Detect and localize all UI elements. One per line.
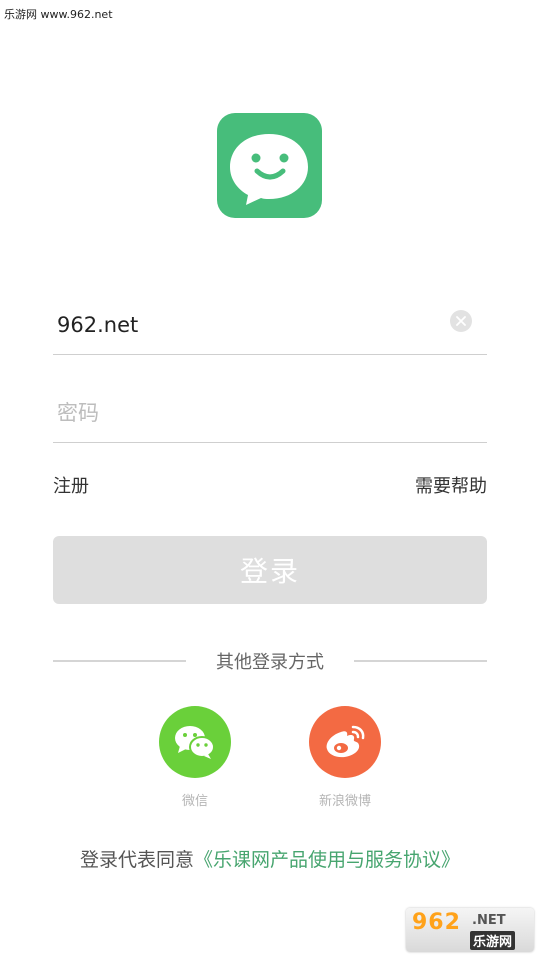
wechat-login-button[interactable] <box>159 706 231 778</box>
wechat-icon <box>175 726 215 759</box>
watermark-top: 乐游网 www.962.net <box>4 8 113 21</box>
password-field-container <box>53 384 487 443</box>
watermark-logo: 962 .NET 乐游网 <box>406 908 534 952</box>
agreement-prefix: 登录代表同意 <box>79 849 194 871</box>
username-field-container <box>53 296 487 355</box>
clear-username-button[interactable] <box>450 310 472 332</box>
wechat-label: 微信 <box>181 794 208 809</box>
watermark-digits: 962 <box>412 910 461 935</box>
register-link[interactable]: 注册 <box>53 472 89 498</box>
app-logo-icon <box>217 113 322 218</box>
login-button[interactable]: 登录 <box>53 536 487 604</box>
weibo-login-button[interactable] <box>309 706 381 778</box>
watermark-cn: 乐游网 <box>470 931 516 950</box>
help-link[interactable]: 需要帮助 <box>415 472 487 498</box>
weibo-icon <box>326 725 365 758</box>
watermark-net: .NET <box>472 913 506 928</box>
password-input[interactable] <box>57 392 437 434</box>
agreement-link[interactable]: 《乐课网产品使用与服务协议》 <box>194 849 460 871</box>
weibo-login[interactable]: 新浪微博 <box>309 706 381 809</box>
agreement-text: 登录代表同意《乐课网产品使用与服务协议》 <box>0 845 540 872</box>
weibo-label: 新浪微博 <box>318 794 371 809</box>
username-input[interactable] <box>57 304 437 346</box>
divider-right <box>354 660 487 662</box>
wechat-login[interactable]: 微信 <box>159 706 231 809</box>
close-icon <box>456 316 466 326</box>
divider-left <box>53 660 186 662</box>
other-login-title: 其他登录方式 <box>216 652 324 673</box>
